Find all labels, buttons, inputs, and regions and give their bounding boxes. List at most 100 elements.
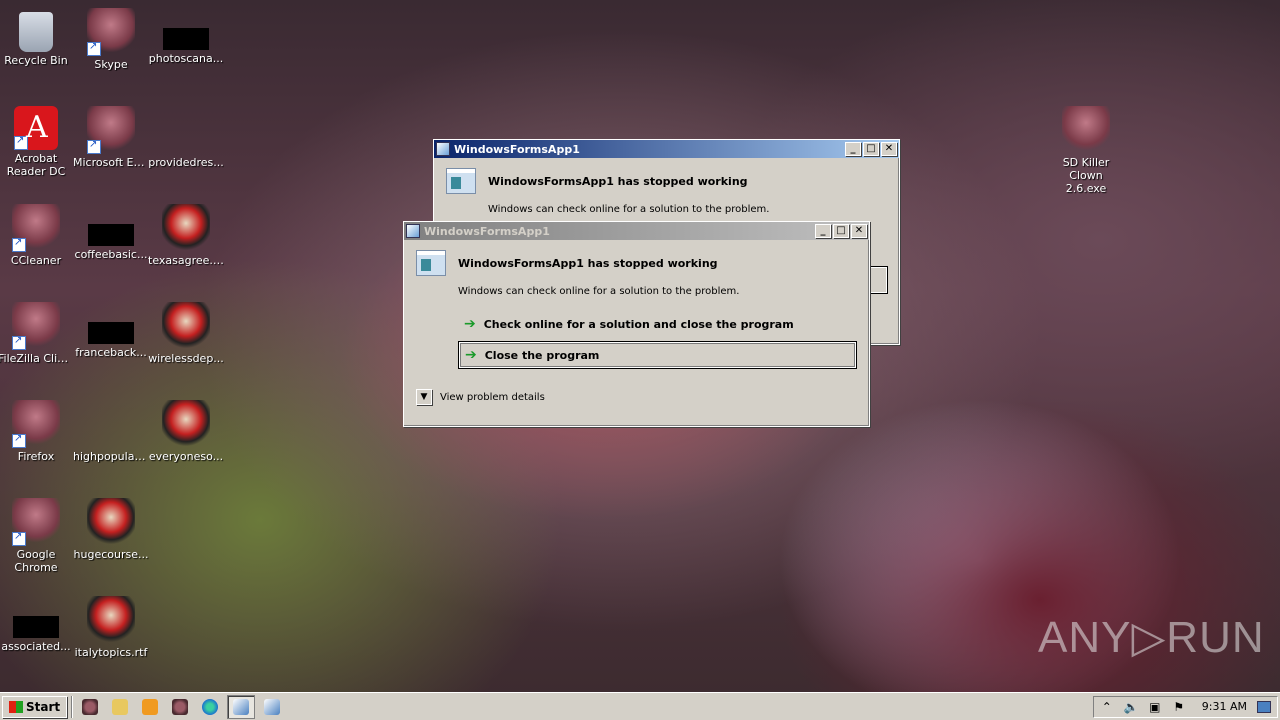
green-arrow-icon: ➔: [465, 347, 477, 363]
desktop-icon-franceback[interactable]: franceback...: [73, 302, 149, 359]
desktop-icon-coffeebasic[interactable]: coffeebasic...: [73, 204, 149, 261]
desktop-icon-providedres[interactable]: providedres...: [148, 106, 224, 169]
goblin-icon: [87, 8, 135, 56]
desktop-icon-italytopics[interactable]: italytopics.rtf: [73, 596, 149, 659]
app-window-icon: [264, 698, 281, 715]
close-button[interactable]: ✕: [851, 224, 867, 238]
dialog-subtext: Windows can check online for a solution …: [458, 286, 740, 297]
maximize-button[interactable]: □: [833, 224, 849, 238]
goblin-icon: [12, 498, 60, 546]
quicklaunch-edge[interactable]: [197, 696, 223, 718]
chevron-down-icon[interactable]: ▼: [416, 389, 432, 405]
desktop-icon-label: CCleaner: [10, 254, 62, 267]
dialog-title: WindowsFormsApp1: [454, 142, 580, 156]
desktop-icon-hugecourse[interactable]: hugecourse...: [73, 498, 149, 561]
maximize-button[interactable]: □: [863, 142, 879, 156]
flag-icon[interactable]: ⚑: [1172, 700, 1186, 714]
blank-file-icon: [88, 322, 134, 344]
desktop-icon-label: associated...: [1, 640, 71, 653]
shortcut-arrow-icon: [12, 531, 26, 546]
error-dialog-front[interactable]: WindowsFormsApp1 _ □ ✕ WindowsFormsApp1 …: [403, 221, 870, 427]
clock[interactable]: 9:31 AM: [1202, 700, 1247, 713]
desktop-icon-label: franceback...: [75, 346, 147, 359]
start-button[interactable]: Start: [2, 695, 68, 718]
desktop-icon-filezilla[interactable]: FileZilla Client: [0, 302, 74, 365]
desktop-icon-acrobat[interactable]: Acrobat Reader DC: [0, 106, 74, 178]
blank-file-icon: [13, 616, 59, 638]
dialog-title: WindowsFormsApp1: [424, 224, 550, 238]
desktop-icon-label: Microsoft Edge: [73, 156, 149, 169]
goblin-icon: [82, 698, 99, 715]
minimize-button[interactable]: _: [815, 224, 831, 238]
quicklaunch-goblin-2[interactable]: [167, 696, 193, 718]
desktop-icon-label: FileZilla Client: [0, 352, 74, 365]
check-online-option[interactable]: ➔ Check online for a solution and close …: [458, 311, 857, 337]
quicklaunch-goblin[interactable]: [77, 696, 103, 718]
desktop-icon-everyoneso[interactable]: everyoneso...: [148, 400, 224, 463]
desktop-icon-edge[interactable]: Microsoft Edge: [73, 106, 149, 169]
edge-icon: [202, 698, 219, 715]
goblin-icon: [12, 204, 60, 252]
desktop-icon-firefox[interactable]: Firefox: [0, 400, 74, 463]
clown-icon: [87, 596, 135, 644]
folder-icon: [112, 698, 129, 715]
desktop-icon-wirelessdep[interactable]: wirelessdep...: [148, 302, 224, 365]
shortcut-arrow-icon: [12, 433, 26, 448]
desktop-icon-label: hugecourse...: [73, 548, 149, 561]
goblin-icon: [1062, 106, 1110, 154]
blank-file-icon: [88, 224, 134, 246]
acrobat-icon: [14, 106, 58, 150]
green-arrow-icon: ➔: [464, 316, 476, 332]
desktop-icon-label: providedres...: [148, 156, 224, 169]
taskbar: Start ⌃ 🔈 ▣ ⚑ 9:31 AM: [0, 692, 1280, 720]
dialog-heading: WindowsFormsApp1 has stopped working: [458, 256, 718, 270]
tray-expand-icon[interactable]: ⌃: [1100, 700, 1114, 714]
desktop-icon-sd-killer-clown[interactable]: SD Killer Clown 2.6.exe: [1048, 106, 1124, 195]
dialog-header: WindowsFormsApp1 has stopped working: [404, 240, 869, 276]
network-icon[interactable]: ▣: [1148, 700, 1162, 714]
media-player-icon: [142, 698, 159, 715]
show-desktop-icon[interactable]: [1257, 700, 1271, 713]
desktop-icon-chrome[interactable]: Google Chrome: [0, 498, 74, 574]
dialog-titlebar[interactable]: WindowsFormsApp1 _ □ ✕: [404, 222, 869, 240]
dialog-titlebar[interactable]: WindowsFormsApp1 _ □ ✕: [434, 140, 899, 158]
desktop-icon-skype[interactable]: Skype: [73, 8, 149, 71]
taskbar-window-app2[interactable]: [259, 696, 285, 718]
desktop-icon-ccleaner[interactable]: CCleaner: [0, 204, 74, 267]
desktop-icon-associated[interactable]: associated...: [0, 596, 74, 653]
dialog-subtext: Windows can check online for a solution …: [488, 204, 770, 215]
desktop-icon-photoscana[interactable]: photoscana...: [148, 8, 224, 65]
blank-file-icon: [163, 28, 209, 50]
app-window-icon: [436, 142, 450, 156]
goblin-icon: [12, 400, 60, 448]
clown-icon: [162, 302, 210, 350]
program-icon: [416, 250, 446, 276]
desktop-icon-label: texasagree.rtf: [148, 254, 224, 267]
start-label: Start: [26, 699, 61, 714]
desktop-icon-label: Acrobat Reader DC: [6, 152, 66, 178]
desktop-icon-label: wirelessdep...: [148, 352, 224, 365]
quicklaunch-explorer[interactable]: [107, 696, 133, 718]
taskbar-window-app1[interactable]: [227, 694, 256, 719]
minimize-button[interactable]: _: [845, 142, 861, 156]
app-window-icon: [406, 224, 420, 238]
shortcut-arrow-icon: [14, 135, 28, 150]
shortcut-arrow-icon: [12, 335, 26, 350]
volume-icon[interactable]: 🔈: [1124, 700, 1139, 714]
desktop-icon-label: Google Chrome: [14, 548, 58, 574]
desktop-icon-label: Recycle Bin: [4, 54, 68, 67]
close-button[interactable]: ✕: [881, 142, 897, 156]
desktop-icon-recycle-bin[interactable]: Recycle Bin: [0, 8, 74, 67]
shortcut-arrow-icon: [87, 139, 101, 154]
details-label: View problem details: [440, 391, 545, 403]
dialog-header: WindowsFormsApp1 has stopped working: [434, 158, 899, 194]
desktop-icon-highpopulati[interactable]: highpopulati...: [73, 400, 149, 463]
close-program-option[interactable]: ➔ Close the program: [458, 341, 857, 369]
shortcut-arrow-icon: [87, 41, 101, 56]
view-details-row[interactable]: ▼ View problem details: [404, 389, 869, 405]
desktop-icon-label: everyoneso...: [148, 450, 224, 463]
goblin-icon: [12, 302, 60, 350]
clown-icon: [162, 204, 210, 252]
quicklaunch-media-player[interactable]: [137, 696, 163, 718]
desktop-icon-texasagree[interactable]: texasagree.rtf: [148, 204, 224, 267]
